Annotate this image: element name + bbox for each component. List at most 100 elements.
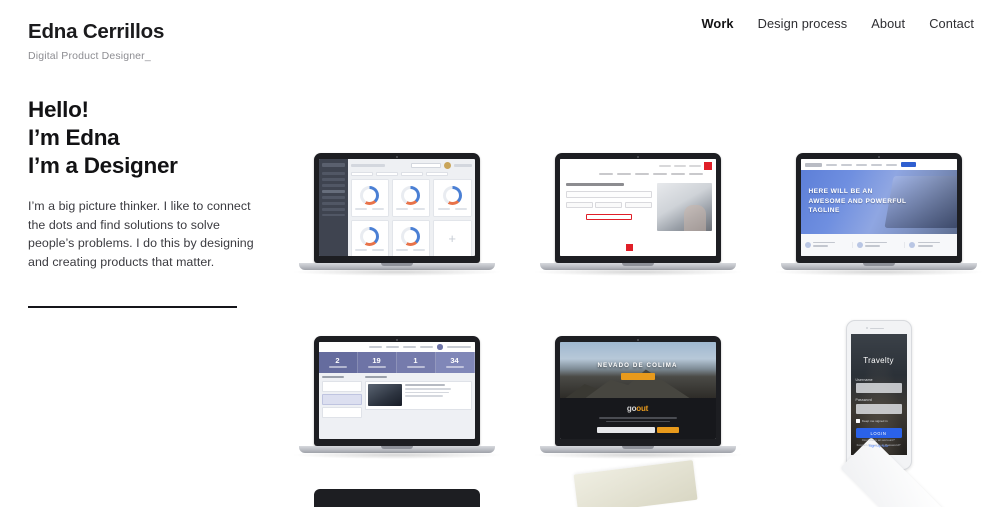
mock-hero-tagline: HERE WILL BE AN AWESOME AND POWERFUL TAG… <box>808 188 907 215</box>
brand-subtitle: Digital Product Designer_ <box>28 49 151 62</box>
brand[interactable]: Edna Cerrillos Digital Product Designer_ <box>28 20 164 62</box>
mock-analytics-dashboard: + <box>318 159 475 256</box>
stat-cell: 1 <box>396 352 436 373</box>
hero-description: I’m a big picture thinker. I like to con… <box>28 198 254 270</box>
laptop-mockup: NEVADO DE COLIMA goout <box>531 336 744 459</box>
mock-cta-button <box>620 373 655 380</box>
mock-logo: goout <box>626 404 649 413</box>
mock-stat-bar: 2 19 1 34 <box>318 352 475 373</box>
camera-icon <box>877 155 880 158</box>
feature-icon <box>856 242 863 248</box>
hero-section: Hello! I’m Edna I’m a Designer I’m a big… <box>28 96 258 308</box>
laptop-lid: 2 19 1 34 <box>313 336 480 446</box>
feature-icon <box>909 242 916 248</box>
work-item-stationery-partial[interactable] <box>758 436 999 507</box>
work-item-go-out-travel[interactable]: NEVADO DE COLIMA goout <box>517 303 758 486</box>
portfolio-page: Edna Cerrillos Digital Product Designer_… <box>0 0 1000 507</box>
work-item-vehicle-dashboard[interactable]: 2 19 1 34 <box>276 303 517 486</box>
laptop-screen: NEVADO DE COLIMA goout <box>559 342 716 439</box>
signup-link: Sign Up Now <box>868 443 889 448</box>
hero-line-2: I’m Edna <box>28 124 120 150</box>
mock-hero-caption: NEVADO DE COLIMA <box>597 362 678 369</box>
stat-value: 19 <box>372 355 381 365</box>
camera-icon <box>866 327 869 330</box>
work-item-agency-tagline[interactable]: HERE WILL BE AN AWESOME AND POWERFUL TAG… <box>758 120 999 303</box>
main-nav: Work Design process About Contact <box>701 16 974 31</box>
phone-mockup: Travelty Username Password Keep me signe… <box>845 319 912 470</box>
mock-content: + <box>348 159 475 256</box>
work-grid: + HERE WILL BE AN AWESOME AND POWERFUL T… <box>276 120 1000 486</box>
stat-cell: 34 <box>435 352 475 373</box>
mock-agency-landing: HERE WILL BE AN AWESOME AND POWERFUL TAG… <box>800 159 957 256</box>
laptop-screen: + <box>318 159 475 256</box>
username-label: Username <box>855 377 873 382</box>
avatar <box>437 344 443 350</box>
mock-search-input <box>410 163 441 168</box>
speaker-icon <box>869 327 884 330</box>
password-label: Password <box>855 398 872 403</box>
nav-link-design-process[interactable]: Design process <box>758 16 848 31</box>
laptop-lid: HERE WILL BE AN AWESOME AND POWERFUL TAG… <box>795 153 962 263</box>
mock-nav-button <box>900 162 916 167</box>
laptop-shadow <box>531 268 744 276</box>
work-item-corporate-landing[interactable] <box>517 120 758 303</box>
mock-photo <box>368 384 402 407</box>
work-row-1: + HERE WILL BE AN AWESOME AND POWERFUL T… <box>276 120 1000 303</box>
mock-travel-landing: NEVADO DE COLIMA goout <box>559 342 716 439</box>
phone-body: Travelty Username Password Keep me signe… <box>845 319 912 470</box>
mock-search-input <box>596 427 655 434</box>
username-field <box>855 383 902 394</box>
stat-cell: 2 <box>318 352 358 373</box>
laptop-mockup: 2 19 1 34 <box>290 336 503 459</box>
nav-link-work[interactable]: Work <box>701 16 733 31</box>
hero-line-1: Hello! <box>28 97 89 122</box>
laptop-shadow <box>290 268 503 276</box>
signup-footer: Don’t have an account? Sign Up Now <box>851 438 907 448</box>
laptop-screen: 2 19 1 34 <box>318 342 475 439</box>
work-item-laptop-partial[interactable] <box>276 486 517 507</box>
mock-photo <box>656 183 712 232</box>
laptop-mockup <box>531 153 744 276</box>
laptop-lid: + <box>313 153 480 263</box>
laptop-screen: HERE WILL BE AN AWESOME AND POWERFUL TAG… <box>800 159 957 256</box>
mock-corporate-landing <box>559 159 716 256</box>
laptop-mockup: + <box>290 153 503 276</box>
checkbox-icon <box>855 418 860 424</box>
camera-icon <box>395 338 398 341</box>
mock-logo <box>804 162 822 167</box>
laptop-shadow <box>290 451 503 459</box>
mock-vehicle-dashboard: 2 19 1 34 <box>318 342 475 439</box>
remember-checkbox: Keep me signed in <box>855 418 902 424</box>
mock-hero-photo: NEVADO DE COLIMA <box>559 342 716 398</box>
stat-cell: 19 <box>357 352 397 373</box>
laptop-lid: NEVADO DE COLIMA goout <box>554 336 721 446</box>
work-item-print-collateral-partial[interactable] <box>517 459 758 507</box>
feature-icon <box>804 242 811 248</box>
stat-value: 1 <box>413 355 418 365</box>
work-item-analytics-dashboard[interactable]: + <box>276 120 517 303</box>
stat-value: 34 <box>450 355 459 365</box>
stat-value: 2 <box>335 355 340 365</box>
password-field <box>855 403 902 414</box>
laptop-shadow <box>531 451 744 459</box>
mock-search-button <box>656 427 679 434</box>
remember-label: Keep me signed in <box>862 418 888 423</box>
laptop-shadow <box>772 268 985 276</box>
laptop-screen <box>559 159 716 256</box>
phone-screen: Travelty Username Password Keep me signe… <box>850 333 907 455</box>
camera-icon <box>636 155 639 158</box>
mock-hero: HERE WILL BE AN AWESOME AND POWERFUL TAG… <box>800 170 957 234</box>
work-row-3 <box>276 436 1000 507</box>
page-title: Hello! I’m Edna I’m a Designer <box>28 96 258 180</box>
signup-prompt: Don’t have an account? <box>862 437 895 442</box>
avatar <box>443 162 451 169</box>
nav-link-contact[interactable]: Contact <box>929 16 974 31</box>
nav-link-about[interactable]: About <box>871 16 905 31</box>
laptop-mockup: HERE WILL BE AN AWESOME AND POWERFUL TAG… <box>772 153 985 276</box>
mock-cta-button <box>585 213 632 221</box>
site-header: Edna Cerrillos Digital Product Designer_… <box>0 0 1000 72</box>
mock-logo <box>703 162 712 170</box>
mock-input <box>565 191 652 198</box>
hero-divider <box>28 306 237 308</box>
mock-sidebar <box>318 159 348 256</box>
